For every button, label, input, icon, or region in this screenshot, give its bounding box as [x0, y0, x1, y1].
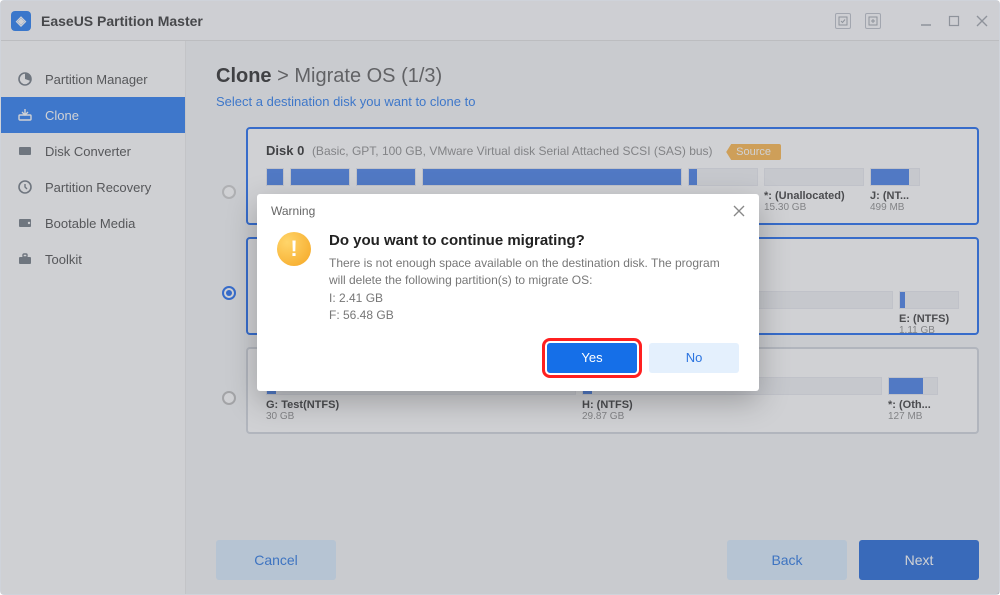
- dialog-heading: Do you want to continue migrating?: [329, 232, 739, 249]
- dialog-header: Warning: [257, 194, 759, 228]
- dialog-line-i: I: 2.41 GB: [329, 290, 739, 307]
- dialog-no-button[interactable]: No: [649, 343, 739, 373]
- dialog-message: Do you want to continue migrating? There…: [329, 232, 739, 325]
- app-window: ◈ EaseUS Partition Master: [0, 0, 1000, 595]
- warning-dialog: Warning ! Do you want to continue migrat…: [257, 194, 759, 391]
- dialog-yes-button[interactable]: Yes: [547, 343, 637, 373]
- dialog-footer: Yes No: [257, 343, 759, 391]
- dialog-close-icon[interactable]: [733, 205, 745, 217]
- warning-icon: !: [277, 232, 311, 266]
- dialog-text: There is not enough space available on t…: [329, 255, 739, 290]
- dialog-title: Warning: [271, 204, 315, 218]
- dialog-line-f: F: 56.48 GB: [329, 307, 739, 324]
